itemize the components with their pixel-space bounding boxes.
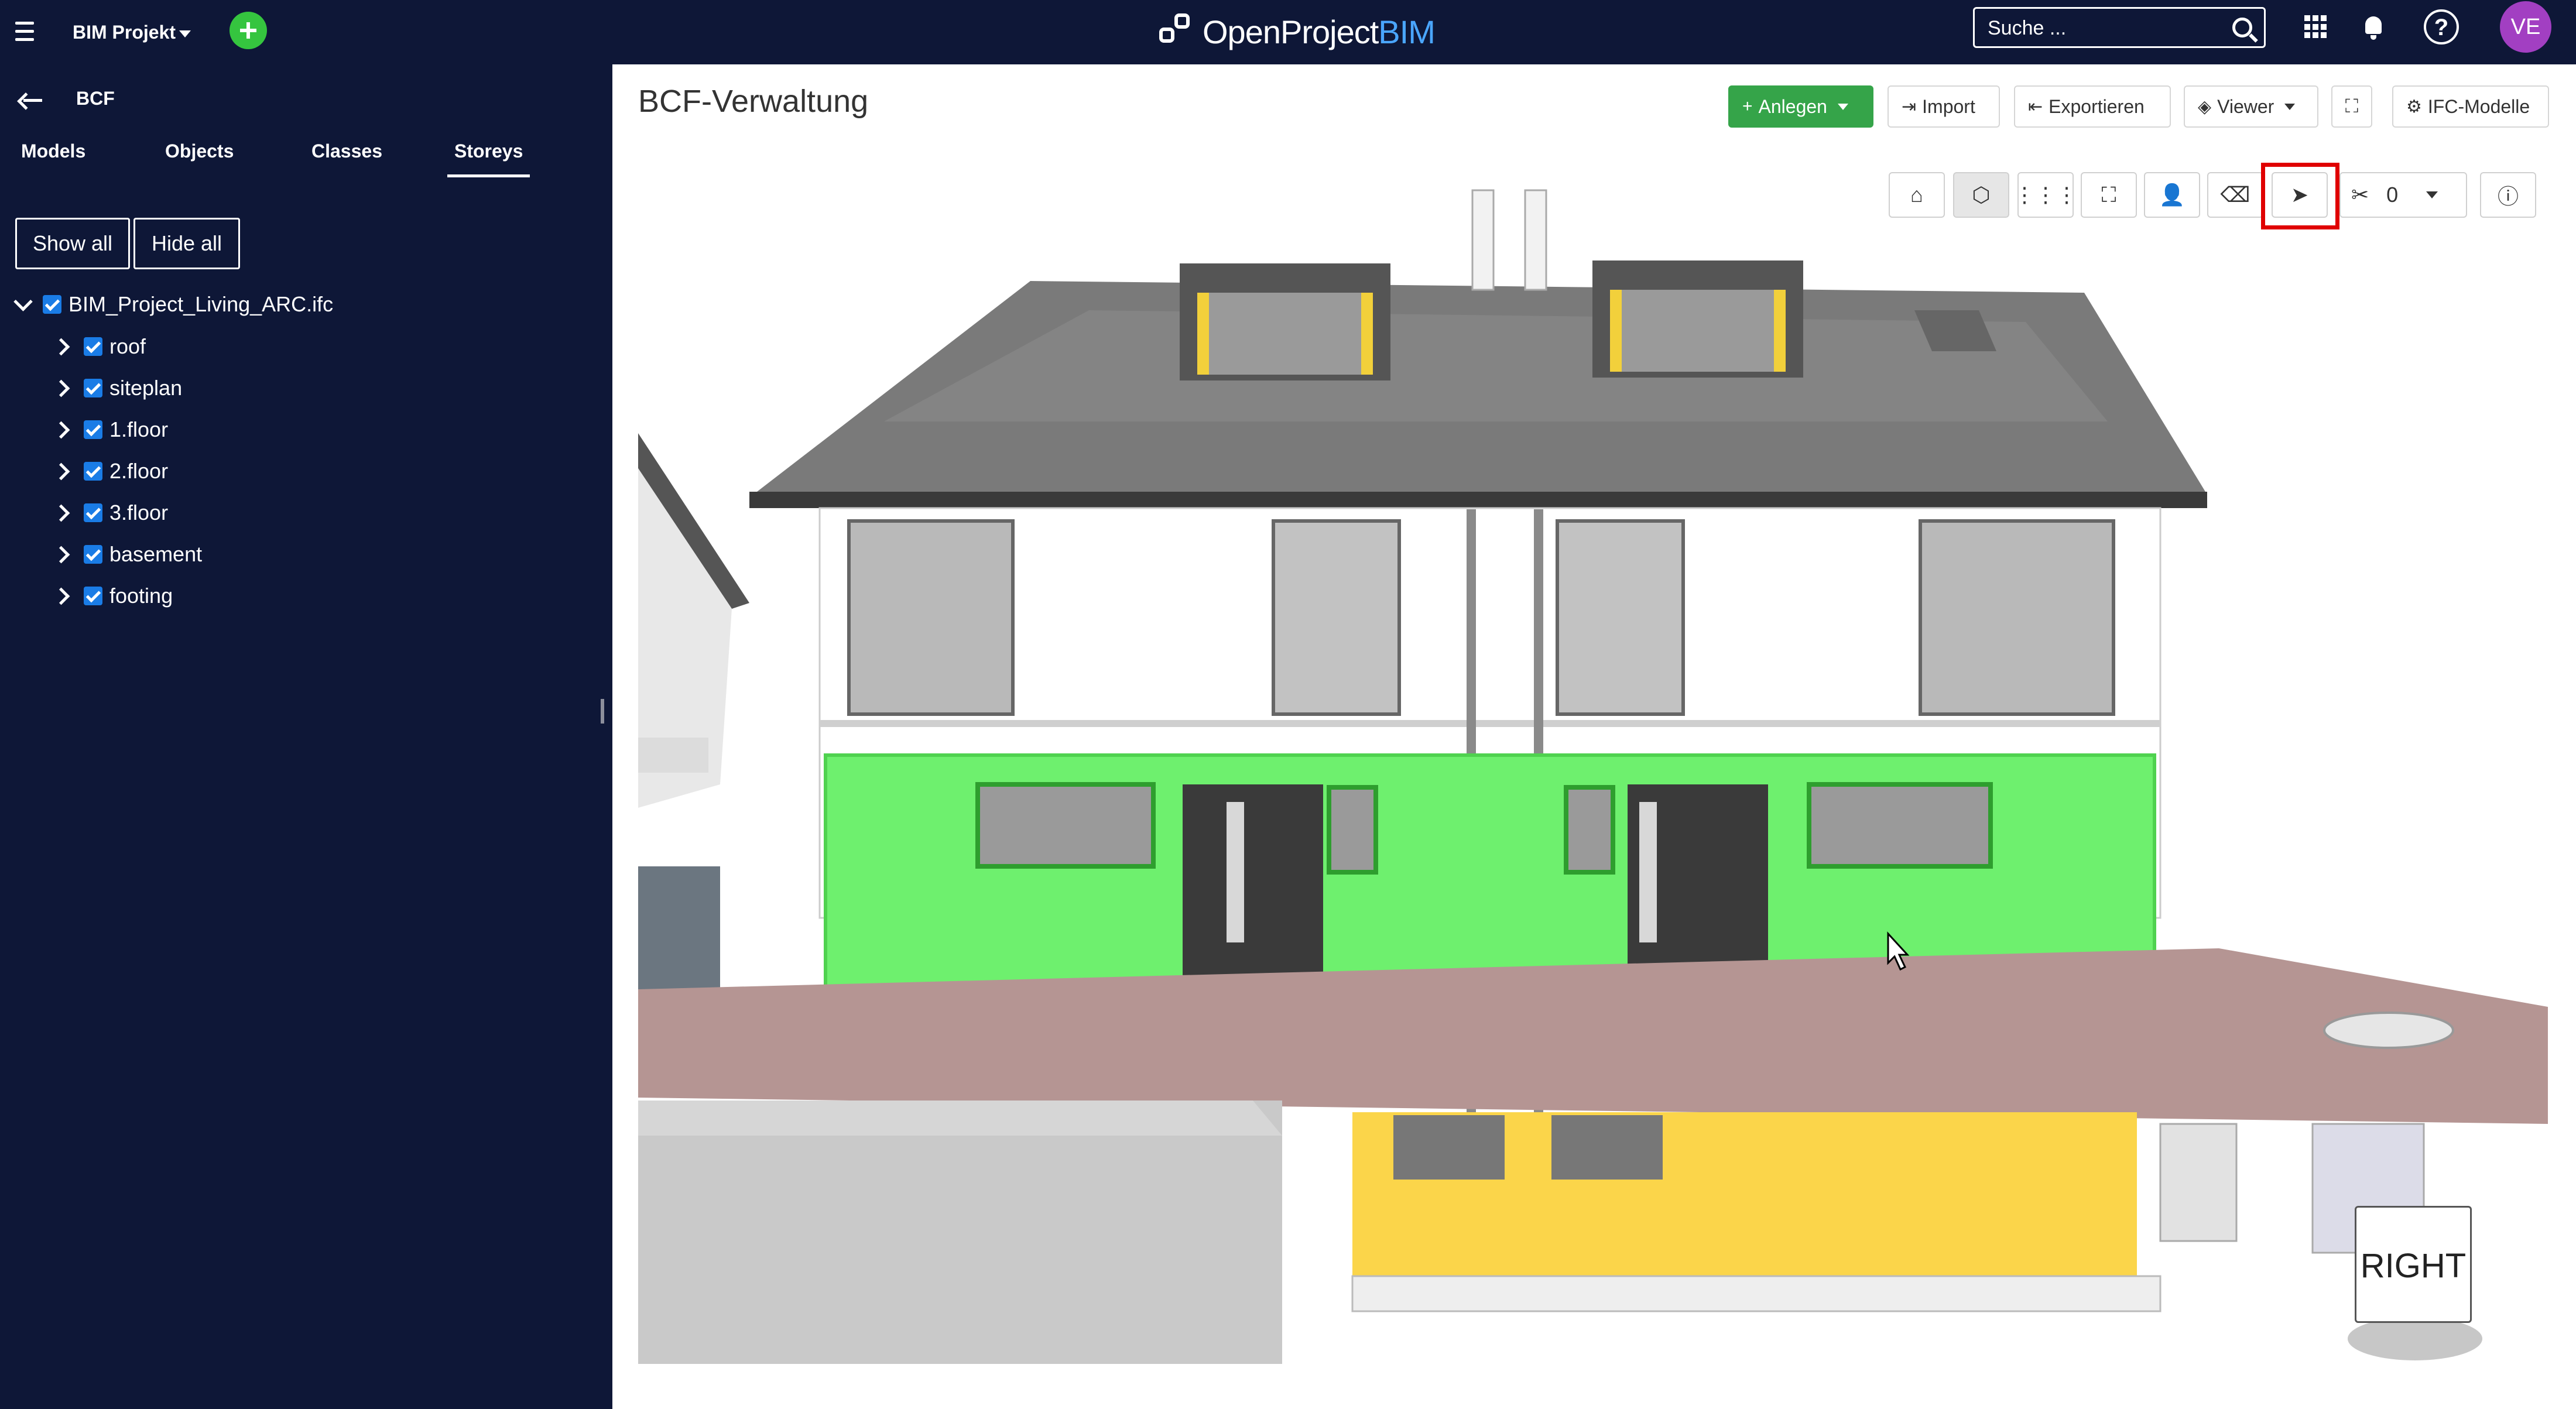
- tree-storey-row[interactable]: basement: [52, 537, 203, 572]
- storey-checkbox[interactable]: [84, 587, 102, 605]
- sidebar-resize-handle[interactable]: [601, 699, 604, 724]
- storey-checkbox[interactable]: [84, 462, 102, 481]
- logo-mark-icon: [1159, 13, 1195, 50]
- page-title: BCF-Verwaltung: [638, 84, 869, 119]
- tab-classes[interactable]: Classes: [311, 140, 382, 162]
- search-placeholder: Suche ...: [1988, 17, 2067, 39]
- project-name: BIM Projekt: [73, 22, 176, 43]
- tree-storey-row[interactable]: 2.floor: [52, 454, 169, 489]
- export-button[interactable]: ⇤ Exportieren: [2014, 85, 2171, 128]
- search-icon[interactable]: [2232, 18, 2252, 37]
- storey-label: roof: [109, 334, 146, 358]
- sidebar-section-title: BCF: [76, 88, 115, 109]
- 3d-model-viewer[interactable]: [638, 176, 2548, 1366]
- notifications-bell-icon[interactable]: [2362, 13, 2385, 42]
- storey-checkbox[interactable]: [84, 545, 102, 564]
- import-button[interactable]: ⇥ Import: [1888, 85, 2000, 128]
- cube-icon: ◈: [2198, 97, 2212, 116]
- caret-down-icon: [179, 30, 191, 37]
- storey-checkbox[interactable]: [84, 379, 102, 397]
- navigation-cube[interactable]: RIGHT: [2355, 1206, 2472, 1323]
- modules-grid-icon[interactable]: [2304, 15, 2328, 39]
- model-file-label: BIM_Project_Living_ARC.ifc: [68, 292, 334, 316]
- plus-icon: +: [1742, 97, 1753, 116]
- storey-checkbox[interactable]: [84, 337, 102, 356]
- storey-label: basement: [109, 542, 203, 566]
- create-button[interactable]: + Anlegen: [1728, 85, 1873, 128]
- hamburger-menu-icon[interactable]: [15, 16, 34, 48]
- model-checkbox[interactable]: [43, 295, 61, 314]
- user-avatar[interactable]: VE: [2500, 1, 2551, 53]
- project-selector[interactable]: BIM Projekt: [73, 15, 191, 49]
- caret-down-icon: [1837, 103, 1848, 110]
- bcf-sidebar: BCF Models Objects Classes Storeys Show …: [0, 64, 612, 1409]
- back-arrow-icon[interactable]: [21, 90, 42, 111]
- storey-label: 2.floor: [109, 459, 169, 483]
- show-all-button[interactable]: Show all: [15, 218, 130, 269]
- viewer-dropdown-button[interactable]: ◈ Viewer: [2184, 85, 2318, 128]
- tree-storey-row[interactable]: siteplan: [52, 371, 183, 406]
- export-icon: ⇤: [2028, 97, 2043, 116]
- building-model-render[interactable]: [638, 176, 2548, 1366]
- tree-storey-row[interactable]: 3.floor: [52, 495, 169, 530]
- fullscreen-button[interactable]: ⛶: [2331, 85, 2372, 128]
- chevron-right-icon[interactable]: [52, 338, 70, 355]
- storey-checkbox[interactable]: [84, 420, 102, 439]
- hide-all-button[interactable]: Hide all: [133, 218, 240, 269]
- caret-down-icon: [2284, 103, 2296, 110]
- tab-models[interactable]: Models: [21, 140, 85, 162]
- storey-checkbox[interactable]: [84, 503, 102, 522]
- tab-objects[interactable]: Objects: [165, 140, 234, 162]
- storey-label: footing: [109, 584, 173, 608]
- gears-icon: ⚙: [2406, 97, 2422, 116]
- tree-model-row[interactable]: BIM_Project_Living_ARC.ifc: [13, 287, 334, 322]
- import-icon: ⇥: [1902, 97, 1917, 116]
- logo-text: OpenProjectBIM: [1203, 13, 1436, 50]
- chevron-down-icon[interactable]: [13, 292, 33, 311]
- add-plus-icon[interactable]: [229, 12, 267, 49]
- search-input[interactable]: Suche ...: [1973, 7, 2266, 48]
- chevron-right-icon[interactable]: [52, 546, 70, 563]
- help-icon[interactable]: ?: [2424, 9, 2459, 44]
- chevron-right-icon[interactable]: [52, 462, 70, 480]
- fullscreen-icon: ⛶: [2345, 95, 2359, 116]
- storey-label: 1.floor: [109, 417, 169, 441]
- chevron-right-icon[interactable]: [52, 587, 70, 605]
- tree-storey-row[interactable]: roof: [52, 329, 146, 364]
- chevron-right-icon[interactable]: [52, 504, 70, 522]
- tree-storey-row[interactable]: footing: [52, 578, 173, 613]
- chevron-right-icon[interactable]: [52, 421, 70, 438]
- tree-storey-row[interactable]: 1.floor: [52, 412, 169, 447]
- storey-label: siteplan: [109, 376, 183, 400]
- openproject-bim-logo[interactable]: OpenProjectBIM: [1159, 8, 1436, 55]
- tab-storeys[interactable]: Storeys: [447, 140, 530, 177]
- chevron-right-icon[interactable]: [52, 379, 70, 397]
- storey-label: 3.floor: [109, 500, 169, 524]
- ifc-models-button[interactable]: ⚙ IFC-Modelle: [2392, 85, 2549, 128]
- top-navigation-bar: BIM Projekt OpenProjectBIM Suche ... ? V…: [0, 0, 2576, 64]
